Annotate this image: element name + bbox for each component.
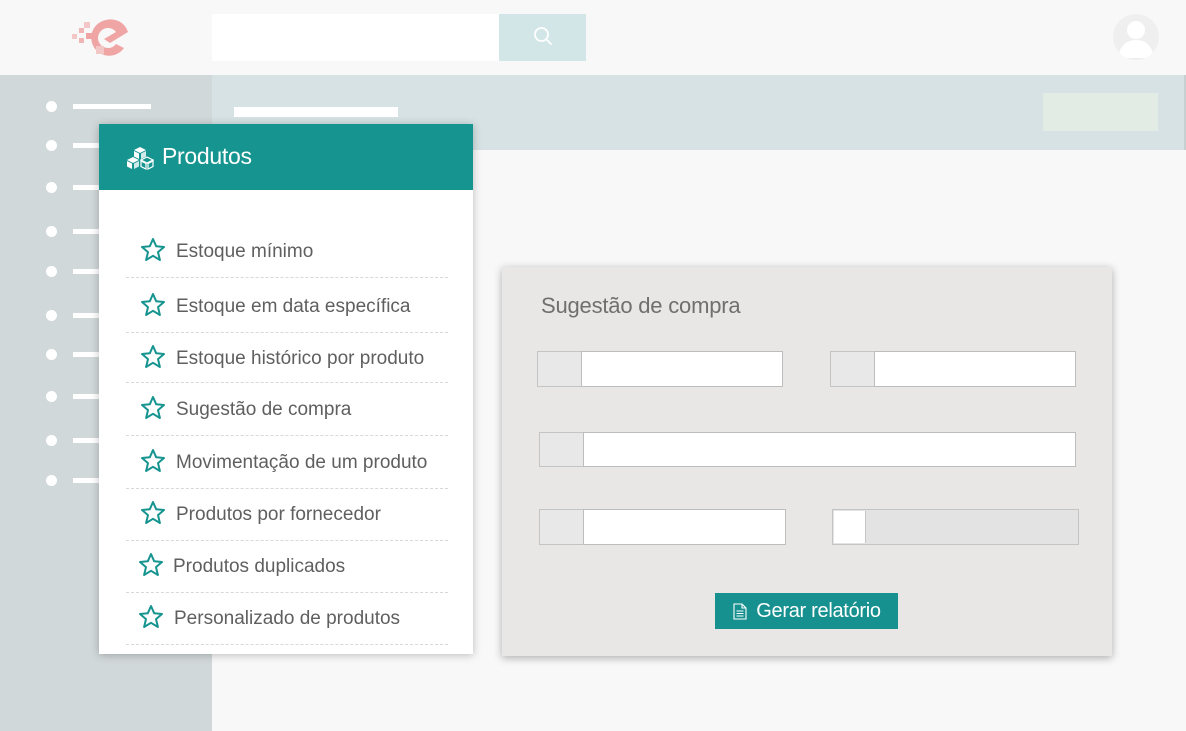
star-icon[interactable] <box>140 395 166 421</box>
star-icon[interactable] <box>140 448 166 474</box>
top-bar <box>0 0 1186 75</box>
option-checkbox[interactable] <box>834 511 866 543</box>
search-input[interactable] <box>212 14 499 61</box>
menu-item-produtos-duplicados[interactable]: Produtos duplicados <box>126 552 448 593</box>
menu-item-estoque-data-especifica[interactable]: Estoque em data específica <box>126 292 448 333</box>
header-action-button[interactable] <box>1043 93 1158 131</box>
field-label <box>539 509 584 545</box>
page-title-placeholder <box>234 107 398 117</box>
products-menu-title: Produtos <box>162 143 252 169</box>
star-icon[interactable] <box>140 237 166 263</box>
menu-item-label: Personalizado de produtos <box>174 608 401 629</box>
report-title: Sugestão de compra <box>541 293 741 318</box>
wide-field[interactable] <box>583 432 1076 467</box>
sidebar-item-1[interactable] <box>73 104 151 109</box>
menu-item-label: Estoque em data específica <box>176 296 411 317</box>
field-label <box>537 351 582 387</box>
option-row <box>832 509 1079 545</box>
field-label <box>830 351 875 387</box>
search-icon <box>533 26 553 50</box>
star-icon[interactable] <box>140 344 166 370</box>
products-menu-header: Produtos <box>99 124 473 190</box>
document-icon <box>733 602 747 620</box>
report-form: Sugestão de compra Gerar relatório <box>502 267 1112 656</box>
end-field[interactable] <box>874 351 1076 387</box>
menu-item-label: Movimentação de um produto <box>176 452 428 473</box>
generate-report-label: Gerar relatório <box>756 599 881 622</box>
products-menu: Produtos Estoque mínimo Estoque em data … <box>99 124 473 654</box>
generate-report-button[interactable]: Gerar relatório <box>715 593 898 629</box>
user-avatar-icon[interactable] <box>1113 14 1159 60</box>
star-icon[interactable] <box>140 500 166 526</box>
field-label <box>539 432 584 467</box>
sidebar-dot <box>46 475 57 486</box>
cubes-icon <box>125 146 155 170</box>
sidebar-dot <box>46 266 57 277</box>
menu-item-label: Produtos duplicados <box>173 556 346 577</box>
menu-item-personalizado-produtos[interactable]: Personalizado de produtos <box>126 604 448 645</box>
sidebar-dot <box>46 310 57 321</box>
sidebar-dot <box>46 182 57 193</box>
star-icon[interactable] <box>138 552 164 578</box>
short-field[interactable] <box>583 509 786 545</box>
sidebar-dot <box>46 435 57 446</box>
sidebar-dot <box>46 391 57 402</box>
star-icon[interactable] <box>140 292 166 318</box>
menu-item-movimentacao-produto[interactable]: Movimentação de um produto <box>126 448 448 489</box>
sidebar-dot <box>46 349 57 360</box>
menu-item-label: Sugestão de compra <box>176 399 352 420</box>
star-icon[interactable] <box>138 604 164 630</box>
search-button[interactable] <box>499 14 586 61</box>
sidebar-dot <box>46 101 57 112</box>
menu-item-label: Estoque histórico por produto <box>176 348 425 369</box>
menu-item-sugestao-compra[interactable]: Sugestão de compra <box>126 395 448 436</box>
menu-item-label: Produtos por fornecedor <box>176 504 381 525</box>
sidebar-dot <box>46 140 57 151</box>
menu-item-produtos-fornecedor[interactable]: Produtos por fornecedor <box>126 500 448 541</box>
menu-item-label: Estoque mínimo <box>176 241 314 262</box>
brand-logo-icon[interactable] <box>70 14 132 62</box>
menu-item-estoque-historico[interactable]: Estoque histórico por produto <box>126 344 448 383</box>
menu-item-estoque-minimo[interactable]: Estoque mínimo <box>126 237 448 278</box>
sidebar-dot <box>46 226 57 237</box>
start-field[interactable] <box>581 351 783 387</box>
